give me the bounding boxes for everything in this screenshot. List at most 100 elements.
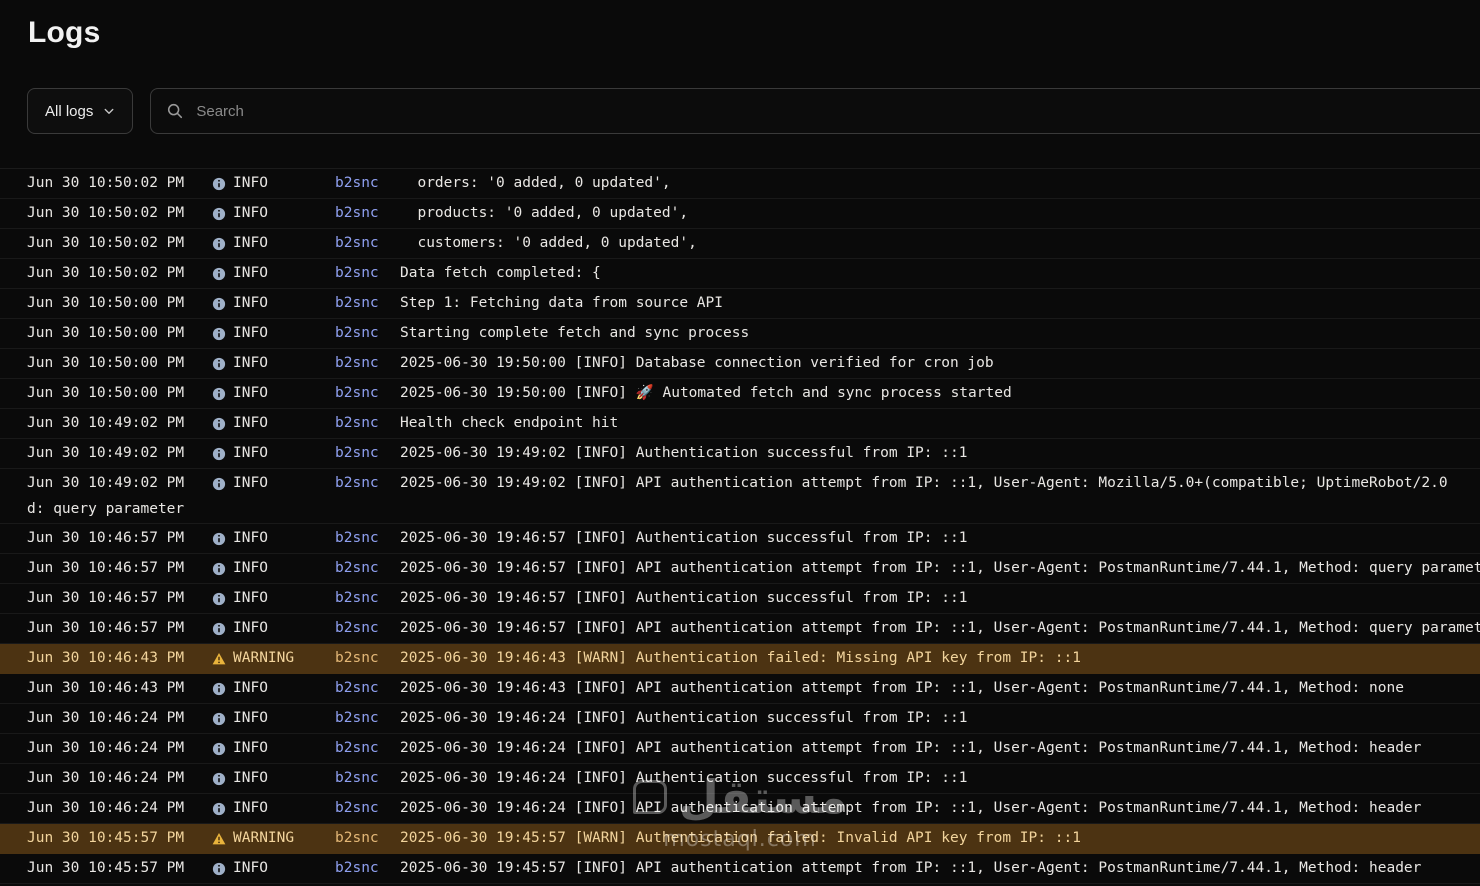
log-timestamp: Jun 30 10:46:57 PM	[27, 590, 185, 606]
log-row[interactable]: Jun 30 10:45:57 PM INFO b2snc 2025-06-30 19…	[0, 854, 1480, 884]
log-row[interactable]: Jun 30 10:50:02 PM INFO b2snc Data fetch co…	[0, 259, 1480, 289]
log-row[interactable]: Jun 30 10:46:24 PM INFO b2snc 2025-06-30 19…	[0, 734, 1480, 764]
log-row[interactable]: Jun 30 10:50:00 PM INFO b2snc Starting comp…	[0, 319, 1480, 349]
info-icon	[212, 712, 226, 725]
info-icon	[212, 592, 226, 605]
log-message: Step 1: Fetching data from source API	[400, 295, 724, 311]
log-timestamp: Jun 30 10:46:57 PM	[27, 560, 185, 576]
log-source-link[interactable]: b2snc	[335, 229, 379, 258]
log-source-link[interactable]: b2snc	[335, 319, 379, 348]
log-row[interactable]: Jun 30 10:50:02 PM INFO b2snc customers: '…	[0, 229, 1480, 259]
log-message: 2025-06-30 19:49:02 [INFO] Authenticatio…	[400, 445, 968, 461]
log-level-label: INFO	[233, 560, 268, 576]
log-row[interactable]: Jun 30 10:49:02 PM INFO b2snc 2025-06-30 19…	[0, 469, 1480, 524]
log-source-link[interactable]: b2snc	[335, 554, 379, 583]
info-icon	[212, 862, 226, 875]
log-message: 2025-06-30 19:45:57 [WARN] Authenticatio…	[400, 830, 1081, 846]
log-level: INFO	[212, 349, 335, 378]
log-row[interactable]: Jun 30 10:46:57 PM INFO b2snc 2025-06-30 19…	[0, 584, 1480, 614]
log-source-link[interactable]: b2snc	[335, 199, 379, 228]
log-timestamp: Jun 30 10:50:00 PM	[27, 295, 185, 311]
log-level-label: INFO	[233, 800, 268, 816]
log-level: INFO	[212, 734, 335, 763]
info-icon	[212, 237, 226, 250]
log-source-link[interactable]: b2snc	[335, 854, 379, 883]
chevron-down-icon	[104, 108, 114, 114]
log-row[interactable]: Jun 30 10:46:57 PM INFO b2snc 2025-06-30 19…	[0, 524, 1480, 554]
log-source-link[interactable]: b2snc	[335, 349, 379, 378]
log-timestamp: Jun 30 10:50:00 PM	[27, 355, 185, 371]
log-source-link[interactable]: b2snc	[335, 734, 379, 763]
search-input[interactable]	[196, 102, 1478, 120]
log-message: 2025-06-30 19:46:57 [INFO] Authenticatio…	[400, 530, 968, 546]
log-message: 2025-06-30 19:46:24 [INFO] Authenticatio…	[400, 770, 968, 786]
log-level-label: INFO	[233, 590, 268, 606]
info-icon	[212, 477, 226, 490]
log-row[interactable]: Jun 30 10:50:00 PM INFO b2snc 2025-06-30 19…	[0, 349, 1480, 379]
log-level: INFO	[212, 854, 335, 883]
log-message: products: '0 added, 0 updated',	[400, 205, 689, 221]
log-source-link[interactable]: b2snc	[335, 469, 379, 498]
log-level: INFO	[212, 524, 335, 553]
log-source-link[interactable]: b2snc	[335, 289, 379, 318]
search-box	[150, 88, 1480, 134]
info-icon	[212, 297, 226, 310]
info-icon	[212, 562, 226, 575]
log-source-link[interactable]: b2snc	[335, 259, 379, 288]
log-source-link[interactable]: b2snc	[335, 409, 379, 438]
log-row[interactable]: Jun 30 10:49:02 PM INFO b2snc 2025-06-30 19…	[0, 439, 1480, 469]
log-controls: All logs	[27, 88, 1480, 134]
log-source-link[interactable]: b2snc	[335, 584, 379, 613]
log-row[interactable]: Jun 30 10:50:00 PM INFO b2snc Step 1: Fetch…	[0, 289, 1480, 319]
log-row[interactable]: Jun 30 10:49:02 PM INFO b2snc Health check …	[0, 409, 1480, 439]
log-level: INFO	[212, 469, 335, 498]
log-source-link[interactable]: b2snc	[335, 704, 379, 733]
info-icon	[212, 622, 226, 635]
log-source-link[interactable]: b2snc	[335, 439, 379, 468]
warning-icon	[212, 832, 226, 844]
log-source-link[interactable]: b2snc	[335, 764, 379, 793]
log-level: INFO	[212, 554, 335, 583]
info-icon	[212, 447, 226, 460]
log-row[interactable]: Jun 30 10:50:00 PM INFO b2snc 2025-06-30 19…	[0, 379, 1480, 409]
log-source-link[interactable]: b2snc	[335, 379, 379, 408]
log-row[interactable]: Jun 30 10:46:24 PM INFO b2snc 2025-06-30 19…	[0, 704, 1480, 734]
log-timestamp: Jun 30 10:46:24 PM	[27, 800, 185, 816]
log-row[interactable]: Jun 30 10:46:43 PM WARNING b2snc 2025-06-30…	[0, 644, 1480, 674]
log-timestamp: Jun 30 10:46:24 PM	[27, 740, 185, 756]
log-level: INFO	[212, 379, 335, 408]
log-source-link[interactable]: b2snc	[335, 674, 379, 703]
logs-page: Logs All logs Jun 30 10:50:02 PM INFO b2sn…	[0, 0, 1480, 886]
log-level-label: INFO	[233, 235, 268, 251]
log-row[interactable]: Jun 30 10:46:24 PM INFO b2snc 2025-06-30 19…	[0, 764, 1480, 794]
log-source-link[interactable]: b2snc	[335, 524, 379, 553]
log-row[interactable]: Jun 30 10:46:43 PM INFO b2snc 2025-06-30 19…	[0, 674, 1480, 704]
warning-icon	[212, 652, 226, 664]
log-level-label: INFO	[233, 325, 268, 341]
log-level-label: INFO	[233, 445, 268, 461]
log-level-label: INFO	[233, 530, 268, 546]
log-timestamp: Jun 30 10:45:57 PM	[27, 830, 185, 846]
log-row[interactable]: Jun 30 10:46:24 PM INFO b2snc 2025-06-30 19…	[0, 794, 1480, 824]
log-source-link[interactable]: b2snc	[335, 824, 379, 853]
log-source-link[interactable]: b2snc	[335, 169, 379, 198]
log-timestamp: Jun 30 10:49:02 PM	[27, 445, 185, 461]
log-row[interactable]: Jun 30 10:45:57 PM WARNING b2snc 2025-06-30…	[0, 824, 1480, 854]
log-timestamp: Jun 30 10:50:02 PM	[27, 175, 185, 191]
log-row[interactable]: Jun 30 10:50:02 PM INFO b2snc products: '0…	[0, 199, 1480, 229]
info-icon	[212, 742, 226, 755]
info-icon	[212, 387, 226, 400]
log-source-link[interactable]: b2snc	[335, 794, 379, 823]
log-message: 2025-06-30 19:46:57 [INFO] API authentic…	[400, 560, 1480, 576]
log-row[interactable]: Jun 30 10:46:57 PM INFO b2snc 2025-06-30 19…	[0, 614, 1480, 644]
log-level-label: INFO	[233, 355, 268, 371]
log-message: 2025-06-30 19:45:57 [INFO] API authentic…	[400, 860, 1422, 876]
log-level-label: INFO	[233, 415, 268, 431]
log-level-label: INFO	[233, 710, 268, 726]
log-message: Data fetch completed: {	[400, 265, 601, 281]
log-scope-dropdown[interactable]: All logs	[27, 88, 134, 134]
log-source-link[interactable]: b2snc	[335, 614, 379, 643]
log-source-link[interactable]: b2snc	[335, 644, 379, 673]
log-row[interactable]: Jun 30 10:50:02 PM INFO b2snc orders: '0 a…	[0, 169, 1480, 199]
log-row[interactable]: Jun 30 10:46:57 PM INFO b2snc 2025-06-30 19…	[0, 554, 1480, 584]
